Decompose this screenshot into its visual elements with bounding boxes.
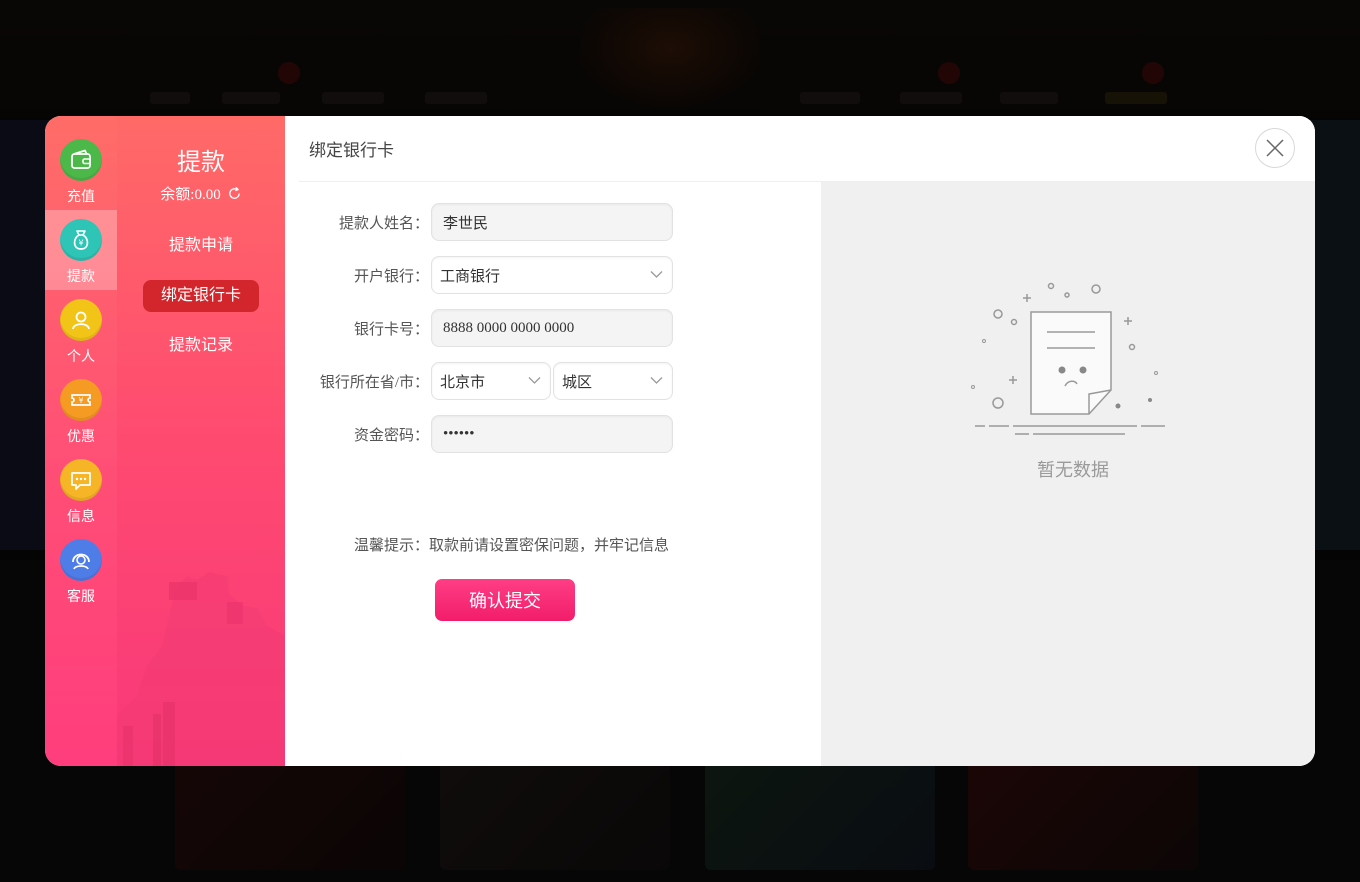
sidebar-item-label: 提款 [67,269,95,285]
empty-document-icon [971,282,1165,435]
bank-value: 工商银行 [440,268,501,285]
form-row-password: 资金密码： •••••• [285,415,673,453]
balance-text: 余额:0.00 [160,187,221,203]
password-field[interactable]: •••••• [431,415,673,453]
form-row-bank: 开户银行： 工商银行 [285,256,673,294]
subnav-item-withdraw-request[interactable]: 提款申请 [143,230,259,262]
province-select[interactable]: 北京市 [431,362,551,400]
password-label: 资金密码： [353,427,429,444]
submit-button[interactable]: 确认提交 [435,579,575,621]
card-number-field[interactable]: 8888 0000 0000 0000 [431,309,673,347]
sidebar-item-deposit[interactable]: 充值 [45,116,117,210]
page-title: 绑定银行卡 [299,116,1315,182]
region-label: 银行所在省/市： [319,374,429,391]
subnav-title: 提款 [177,150,225,176]
name-field[interactable]: 李世民 [431,203,673,241]
password-value: •••••• [443,425,475,442]
refresh-icon[interactable] [227,186,242,201]
bank-label: 开户银行： [353,268,429,285]
chevron-down-icon [528,377,541,384]
chevron-down-icon [650,377,663,384]
form-row-name: 提款人姓名： 李世民 [285,203,673,241]
sidebar-item-label: 信息 [67,509,95,525]
subnav-menu: 提款申请 绑定银行卡 提款记录 [117,230,285,362]
great-wall-illustration [117,572,285,766]
sidebar-item-label: 个人 [67,349,95,365]
ticket-icon: ¥ [71,394,91,406]
close-icon [1266,139,1284,157]
svg-text:¥: ¥ [78,239,83,248]
close-button[interactable] [1255,128,1295,168]
sidebar-item-messages[interactable]: 信息 [45,450,117,530]
sidebar-item-personal[interactable]: 个人 [45,290,117,370]
subnav-item-withdraw-records[interactable]: 提款记录 [143,330,259,362]
withdraw-modal: 充值 ¥ 提款 个人 ¥ 优惠 信息 客服 提款 余额:0.00 提款申请 绑定… [45,116,1315,766]
chat-icon [71,472,91,490]
svg-text:¥: ¥ [79,396,84,405]
money-bag-icon: ¥ [73,230,89,250]
subnav-item-bind-card[interactable]: 绑定银行卡 [143,280,259,312]
sidebar-item-label: 优惠 [67,429,95,445]
name-value: 李世民 [443,215,489,232]
withdraw-subnav: 提款 余额:0.00 提款申请 绑定银行卡 提款记录 [117,116,285,766]
content-panel: 绑定银行卡 提款人姓名： 李世民 开户银行： 工商银行 银行卡号： 8888 0… [285,116,1315,766]
name-label: 提款人姓名： [338,215,429,232]
hint-text: 温馨提示：取款前请设置密保问题，并牢记信息 [354,538,670,554]
wallet-icon [71,149,91,169]
bind-card-form: 提款人姓名： 李世民 开户银行： 工商银行 银行卡号： 8888 0000 00… [285,182,821,766]
empty-state-panel: 暂无数据 [821,182,1315,766]
city-value: 城区 [562,374,593,391]
card-number-value: 8888 0000 0000 0000 [443,319,575,336]
icon-sidebar: 充值 ¥ 提款 个人 ¥ 优惠 信息 客服 [45,116,117,766]
city-select[interactable]: 城区 [553,362,673,400]
sidebar-item-support[interactable]: 客服 [45,530,117,610]
bank-select[interactable]: 工商银行 [431,256,673,294]
sidebar-item-label: 充值 [67,189,95,205]
sidebar-item-label: 客服 [67,589,95,605]
headset-icon [72,553,90,570]
chevron-down-icon [650,271,663,278]
province-value: 北京市 [440,374,486,391]
balance-row: 余额:0.00 [117,183,285,204]
sidebar-item-withdraw[interactable]: ¥ 提款 [45,210,117,290]
card-number-label: 银行卡号： [353,321,429,338]
user-icon [72,311,90,330]
sidebar-item-promotions[interactable]: ¥ 优惠 [45,370,117,450]
form-row-card-number: 银行卡号： 8888 0000 0000 0000 [285,309,673,347]
form-row-region: 银行所在省/市： 北京市 城区 [285,362,673,400]
empty-state-text: 暂无数据 [1037,460,1109,481]
